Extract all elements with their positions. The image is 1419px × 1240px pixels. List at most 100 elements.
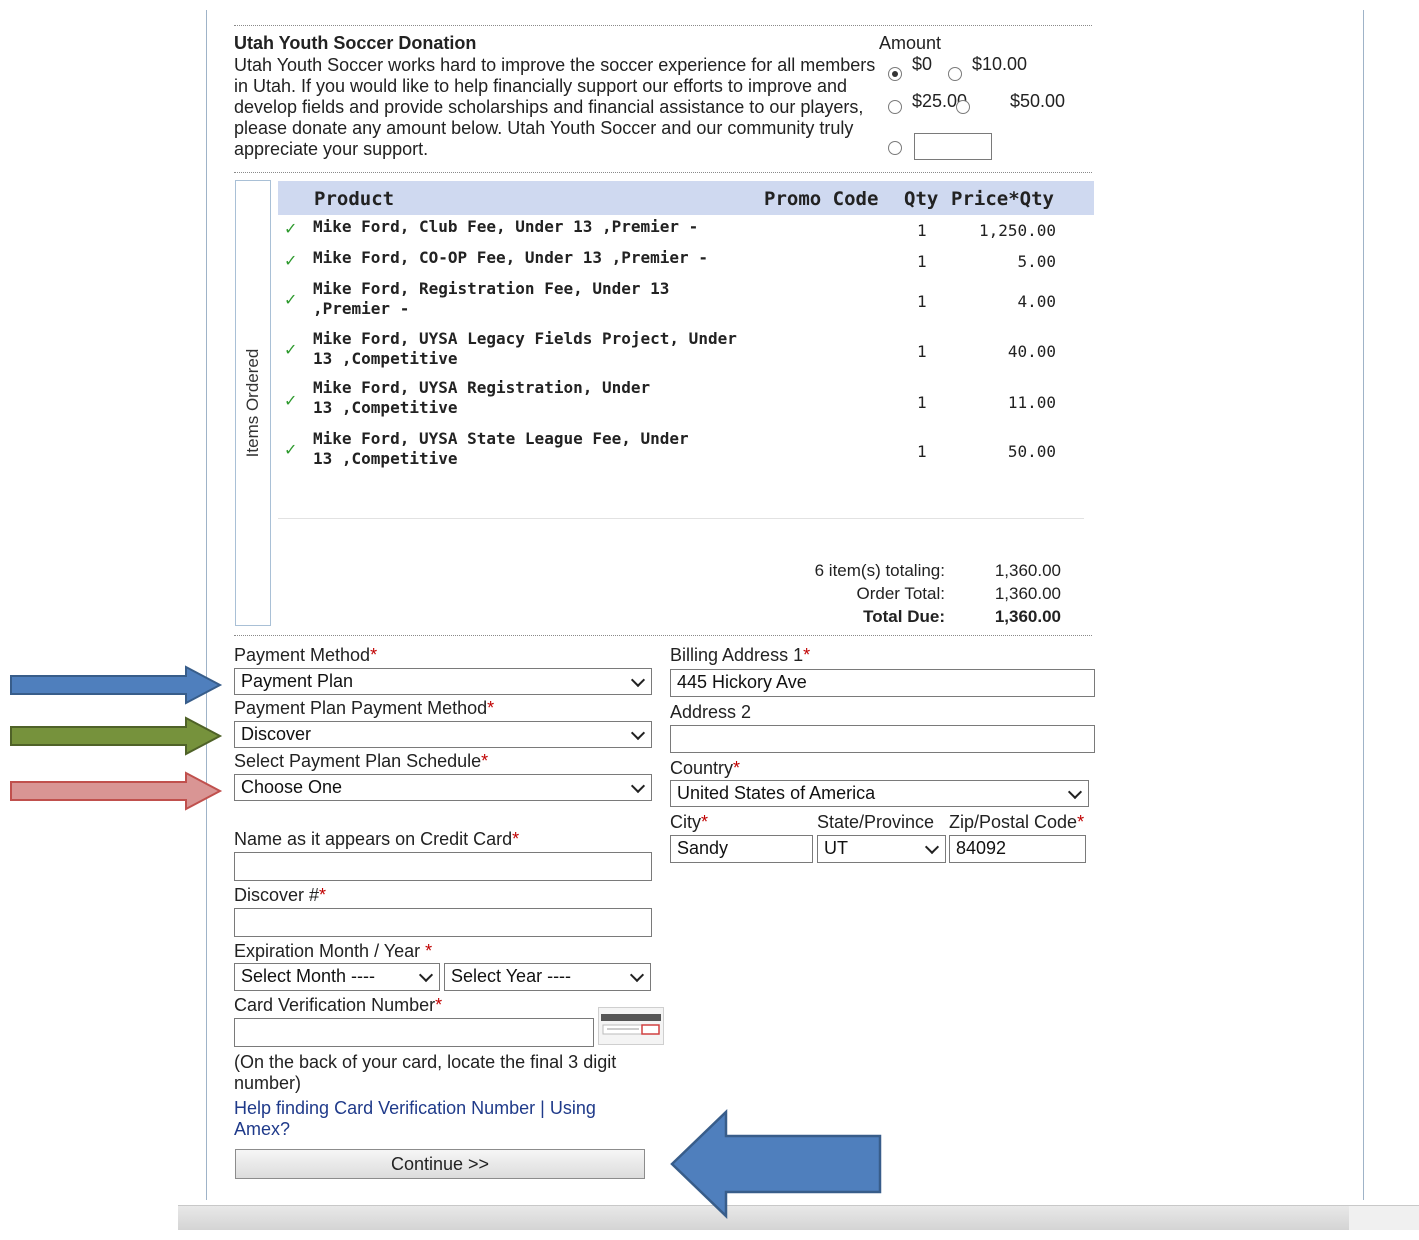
help-links: Help finding Card Verification Number | …	[234, 1098, 634, 1140]
total-due-value: 1,360.00	[994, 607, 1061, 626]
zip-label: Zip/Postal Code*	[949, 812, 1084, 833]
required-mark: *	[733, 758, 741, 778]
product-price: 1,250.00	[978, 221, 1056, 240]
payment-method-select[interactable]: Payment Plan	[234, 668, 652, 695]
product-name: Mike Ford, CO-OP Fee, Under 13 ,Premier …	[313, 248, 708, 267]
card-number-input[interactable]	[234, 908, 652, 937]
column-product: Product	[314, 188, 395, 210]
zip-input[interactable]: 84092	[949, 835, 1086, 863]
card-back-icon	[598, 1007, 664, 1045]
column-promo-code: Promo Code	[764, 188, 879, 210]
schedule-label: Select Payment Plan Schedule*	[234, 751, 488, 772]
amount-radio-50[interactable]	[956, 100, 970, 114]
product-price: 11.00	[1007, 393, 1056, 412]
required-mark: *	[1077, 812, 1085, 832]
payment-method-label: Payment Method*	[234, 645, 377, 666]
label-text: Discover #	[234, 885, 320, 905]
green-arrow-right-icon	[10, 716, 223, 756]
schedule-select[interactable]: Choose One	[234, 774, 652, 801]
product-qty: 1	[917, 393, 927, 412]
continue-button[interactable]: Continue >>	[235, 1149, 645, 1179]
label-text: Name as it appears on Credit Card	[234, 829, 513, 849]
column-price: Price*Qty	[951, 188, 1054, 210]
donation-description: Utah Youth Soccer works hard to improve …	[234, 55, 876, 159]
state-label: State/Province	[817, 812, 935, 832]
donation-title: Utah Youth Soccer Donation	[234, 33, 477, 53]
amount-label: Amount	[879, 33, 942, 53]
divider	[234, 25, 1092, 26]
label-text: Select Payment Plan Schedule	[234, 751, 482, 771]
product-price: 40.00	[1007, 342, 1056, 361]
frame-right-border	[1363, 10, 1364, 1200]
required-mark: *	[487, 698, 495, 718]
check-icon: ✓	[284, 342, 298, 359]
plan-method-label: Payment Plan Payment Method*	[234, 698, 494, 719]
required-mark: *	[435, 995, 443, 1015]
address2-input[interactable]	[670, 725, 1095, 753]
plan-method-select[interactable]: Discover	[234, 721, 652, 748]
required-mark: *	[512, 829, 520, 849]
custom-amount-input[interactable]	[914, 133, 992, 160]
product-name: Mike Ford, Club Fee, Under 13 ,Premier -	[313, 217, 699, 236]
country-select[interactable]: United States of America	[670, 780, 1089, 807]
product-qty: 1	[917, 292, 927, 311]
exp-month-select[interactable]: Select Month ----	[234, 963, 440, 991]
card-number-label: Discover #*	[234, 885, 326, 906]
required-mark: *	[481, 751, 489, 771]
check-icon: ✓	[284, 393, 298, 410]
items-total-label: 6 item(s) totaling:	[814, 561, 945, 580]
amount-radio-custom[interactable]	[888, 141, 902, 155]
amount-radio-10[interactable]	[948, 67, 962, 81]
required-mark: *	[701, 812, 709, 832]
product-qty: 1	[917, 221, 927, 240]
card-name-input[interactable]	[234, 852, 652, 881]
check-icon: ✓	[284, 442, 298, 459]
order-total-value: 1,360.00	[994, 584, 1061, 603]
city-input[interactable]: Sandy	[670, 835, 813, 863]
pink-arrow-right-icon	[10, 771, 223, 811]
cvv-input[interactable]	[234, 1018, 594, 1047]
amount-option-0: $0	[912, 54, 933, 74]
scrollbar-corner	[1349, 1206, 1419, 1230]
address1-label: Billing Address 1*	[670, 645, 810, 666]
required-mark: *	[370, 645, 378, 665]
product-qty: 1	[917, 342, 927, 361]
card-back-graphic	[601, 1014, 661, 1035]
product-name: Mike Ford, UYSA State League Fee, Under …	[313, 429, 689, 468]
amount-option-50: $50.00	[1010, 91, 1066, 111]
exp-year-select[interactable]: Select Year ----	[444, 963, 651, 991]
label-text: Country	[670, 758, 734, 778]
product-name: Mike Ford, UYSA Registration, Under 13 ,…	[313, 378, 651, 417]
table-footer-line	[278, 518, 1084, 519]
items-table-header: Product Promo Code Qty Price*Qty	[278, 181, 1094, 215]
product-name: Mike Ford, UYSA Legacy Fields Project, U…	[313, 329, 737, 368]
cvv-help-text: (On the back of your card, locate the fi…	[234, 1052, 617, 1093]
label-text: Payment Method	[234, 645, 371, 665]
address2-label: Address 2	[670, 702, 752, 722]
country-label: Country*	[670, 758, 740, 779]
cvv-help-link[interactable]: Help finding Card Verification Number	[234, 1098, 535, 1118]
amount-radio-25[interactable]	[888, 100, 902, 114]
label-text: Card Verification Number	[234, 995, 436, 1015]
product-qty: 1	[917, 252, 927, 271]
state-select[interactable]: UT	[817, 835, 946, 863]
label-text: Expiration Month / Year	[234, 941, 421, 961]
continue-label: Continue >>	[390, 1154, 490, 1174]
check-icon: ✓	[284, 253, 298, 270]
address1-input[interactable]: 445 Hickory Ave	[670, 669, 1095, 697]
items-total-value: 1,360.00	[994, 561, 1061, 580]
blue-arrow-left-icon	[670, 1109, 882, 1219]
required-mark: *	[803, 645, 811, 665]
required-mark: *	[425, 941, 433, 961]
total-due-label: Total Due:	[863, 607, 945, 626]
amount-radio-0[interactable]	[888, 67, 902, 81]
product-price: 5.00	[1017, 252, 1056, 271]
product-price: 50.00	[1007, 442, 1056, 461]
order-total-label: Order Total:	[856, 584, 945, 603]
label-text: Billing Address 1	[670, 645, 804, 665]
check-icon: ✓	[284, 221, 298, 238]
link-separator: |	[540, 1098, 545, 1118]
divider	[234, 635, 1092, 636]
product-price: 4.00	[1017, 292, 1056, 311]
column-qty: Qty	[904, 188, 939, 210]
